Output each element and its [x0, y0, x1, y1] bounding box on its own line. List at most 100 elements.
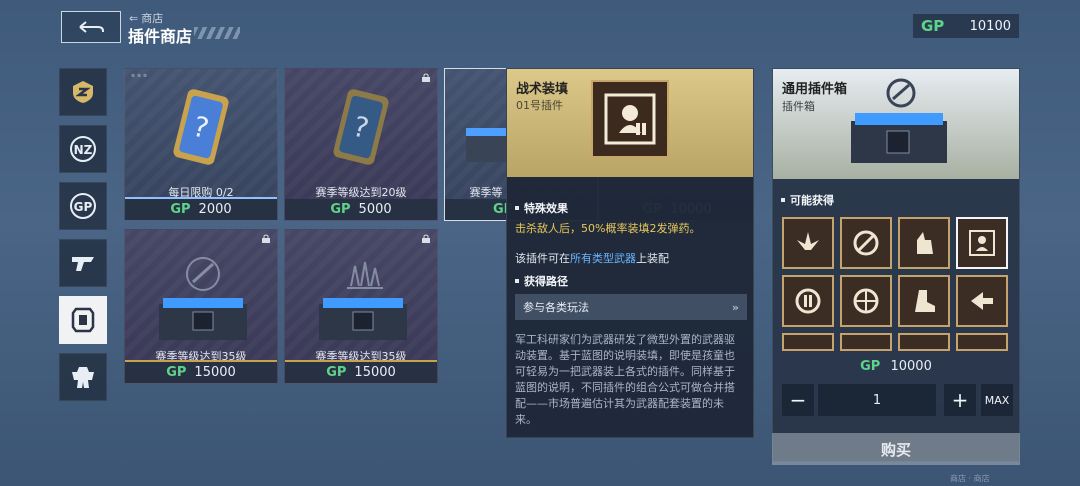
buy-button[interactable]: 购买 — [772, 433, 1020, 465]
shield-s-icon — [73, 81, 93, 103]
card-art — [285, 230, 437, 362]
quantity-max-button[interactable]: MAX — [981, 384, 1013, 416]
route-button-label: 参与各类玩法 — [523, 301, 589, 314]
card-art: ? — [285, 69, 437, 201]
reward-plugin-item-selected[interactable] — [956, 217, 1008, 269]
gp-currency-icon: GP — [166, 365, 187, 380]
plugin-tooltip: 战术装填 01号插件 特殊效果 击杀敌人后，50%概率装填2发弹药。 该插件可在… — [506, 68, 754, 438]
effect-title-text: 特殊效果 — [524, 202, 568, 215]
double-chevron-right-icon: » — [731, 300, 739, 314]
plugin-box-icon — [851, 78, 947, 163]
weapon-icon — [72, 257, 94, 271]
currency-display: GP 10100 — [913, 14, 1019, 38]
gp-currency-icon: GP — [330, 202, 351, 217]
card-price: GP 15000 — [285, 362, 437, 383]
quantity-plus-button[interactable]: + — [944, 384, 976, 416]
shop-card-plugin-box-a[interactable]: 赛季等级达到35级 GP 15000 — [124, 229, 278, 384]
plugin-description: 军工科研家们为武器研发了微型外置的武器驱动装置。基于蓝图的说明装填，即使是孩童也… — [515, 333, 735, 426]
gp-icon: GP — [70, 193, 96, 219]
box-header: 通用插件箱 插件箱 — [773, 69, 1019, 179]
bullet-icon — [515, 206, 519, 210]
rewards-section-title: 可能获得 — [781, 192, 834, 208]
equip-highlight: 所有类型武器 — [570, 252, 636, 265]
route-title-text: 获得路径 — [524, 275, 568, 288]
plugin-ammo-circle-icon — [795, 288, 821, 314]
card-art: ? — [125, 69, 277, 201]
card-price-value: 2000 — [198, 202, 232, 217]
route-button[interactable]: 参与各类玩法 » — [515, 294, 747, 320]
equip-prefix: 该插件可在 — [515, 252, 570, 265]
box-detail-panel: 通用插件箱 插件箱 可能获得 GP 10000 − 1 + MAX — [772, 68, 1020, 462]
footer-note: 商店 · 商店 — [950, 474, 990, 483]
svg-text:GP: GP — [74, 200, 93, 214]
box-price-value: 10000 — [890, 359, 932, 374]
reward-plugin-item[interactable] — [898, 217, 950, 269]
reload-emblem-icon — [604, 93, 656, 145]
quantity-field[interactable]: 1 — [818, 384, 936, 416]
gp-currency-icon: GP — [860, 359, 881, 374]
shop-card-daily-ticket[interactable]: ▪ ▪ ▪ ? 每日限购 0/2 GP 2000 — [124, 68, 278, 221]
mystery-ticket-icon: ? — [173, 89, 229, 165]
title-stripes-decoration — [194, 27, 240, 39]
plugin-box-icon — [159, 257, 247, 340]
nav-nz-tab[interactable]: NZ — [59, 125, 107, 173]
nz-icon: NZ — [70, 136, 96, 162]
tactical-reload-icon — [591, 80, 669, 158]
plugin-box-icon — [319, 261, 407, 340]
plugin-wings-icon — [797, 232, 819, 250]
svg-text:NZ: NZ — [74, 143, 93, 157]
bullet-icon — [515, 279, 519, 283]
nav-shield-tab[interactable] — [59, 68, 107, 116]
reward-plugin-item[interactable] — [782, 275, 834, 327]
rewards-title-text: 可能获得 — [790, 194, 834, 207]
reward-plugin-item[interactable] — [898, 333, 950, 351]
plugin-arrow-icon — [971, 292, 993, 310]
tooltip-title: 战术装填 — [516, 82, 569, 97]
reward-plugin-item[interactable] — [782, 217, 834, 269]
card-price-value: 15000 — [354, 365, 396, 380]
currency-value: 10100 — [969, 18, 1011, 34]
gp-currency-icon: GP — [170, 202, 191, 217]
back-arrow-icon — [79, 21, 104, 33]
nav-plugin-tab[interactable] — [59, 296, 107, 344]
nav-gp-tab[interactable]: GP — [59, 182, 107, 230]
reward-plugin-item[interactable] — [956, 333, 1008, 351]
reward-plugin-item[interactable] — [840, 217, 892, 269]
card-name: 赛季等级达到20级 — [315, 186, 407, 199]
plugin-icon — [71, 307, 95, 333]
page-title: 插件商店 — [128, 27, 193, 46]
mystery-ticket-icon: ? — [333, 89, 389, 165]
nav-mech-tab[interactable] — [59, 353, 107, 401]
box-price: GP 10000 — [773, 359, 1019, 374]
box-subtitle: 插件箱 — [782, 100, 815, 113]
tooltip-subtitle: 01号插件 — [516, 99, 563, 112]
back-button[interactable] — [61, 11, 121, 43]
reward-plugin-item[interactable] — [782, 333, 834, 351]
tooltip-header: 战术装填 01号插件 — [507, 69, 753, 177]
quantity-minus-button[interactable]: − — [782, 384, 814, 416]
shop-card-season-ticket[interactable]: ? 赛季等级达到20级 GP 5000 — [284, 68, 438, 221]
card-art — [125, 230, 277, 362]
effect-section-title: 特殊效果 — [515, 200, 568, 216]
equip-text: 该插件可在所有类型武器上装配 — [515, 250, 669, 266]
shop-card-plugin-box-b[interactable]: 赛季等级达到35级 GP 15000 — [284, 229, 438, 384]
card-price-value: 5000 — [358, 202, 392, 217]
mech-icon — [72, 367, 94, 388]
card-price: GP 5000 — [285, 199, 437, 220]
route-section-title: 获得路径 — [515, 273, 568, 289]
gp-currency-icon: GP — [326, 365, 347, 380]
card-price-value: 15000 — [194, 365, 236, 380]
card-price: GP 15000 — [125, 362, 277, 383]
bullet-icon — [781, 198, 785, 202]
reward-plugin-item[interactable] — [840, 333, 892, 351]
reward-plugin-item[interactable] — [956, 275, 1008, 327]
plugin-boot-icon — [915, 290, 935, 312]
card-price: GP 2000 — [125, 199, 277, 220]
reward-plugin-item[interactable] — [898, 275, 950, 327]
reward-plugin-item[interactable] — [840, 275, 892, 327]
box-title: 通用插件箱 — [782, 82, 848, 97]
nav-weapon-tab[interactable] — [59, 239, 107, 287]
plugin-crosshair-icon — [853, 288, 879, 314]
effect-text: 击杀敌人后，50%概率装填2发弹药。 — [515, 222, 701, 235]
gp-currency-icon: GP — [921, 17, 945, 35]
